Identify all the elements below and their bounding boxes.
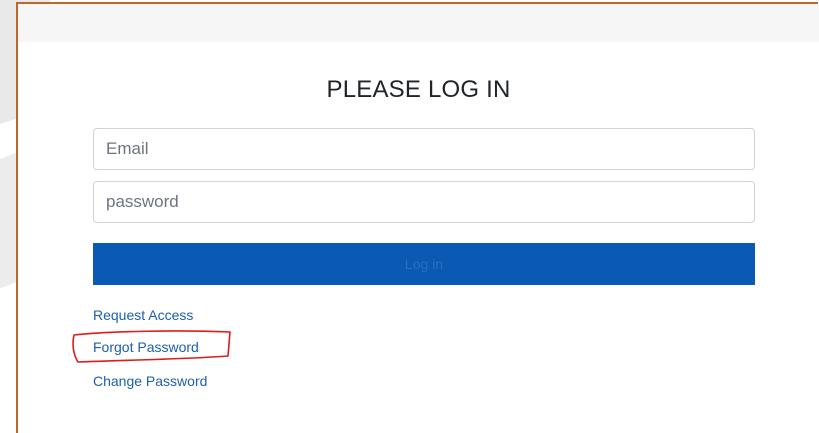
request-access-link[interactable]: Request Access (93, 306, 193, 324)
screenshot-stage: PLEASE LOG IN Log in Request Access Forg… (0, 0, 819, 433)
page-title: PLEASE LOG IN (326, 76, 511, 103)
password-field[interactable] (93, 181, 755, 223)
forgot-password-link[interactable]: Forgot Password (93, 338, 199, 356)
change-password-link[interactable]: Change Password (93, 372, 207, 390)
panel-header-band (18, 4, 819, 42)
login-button[interactable]: Log in (93, 243, 755, 285)
email-field[interactable] (93, 128, 755, 170)
